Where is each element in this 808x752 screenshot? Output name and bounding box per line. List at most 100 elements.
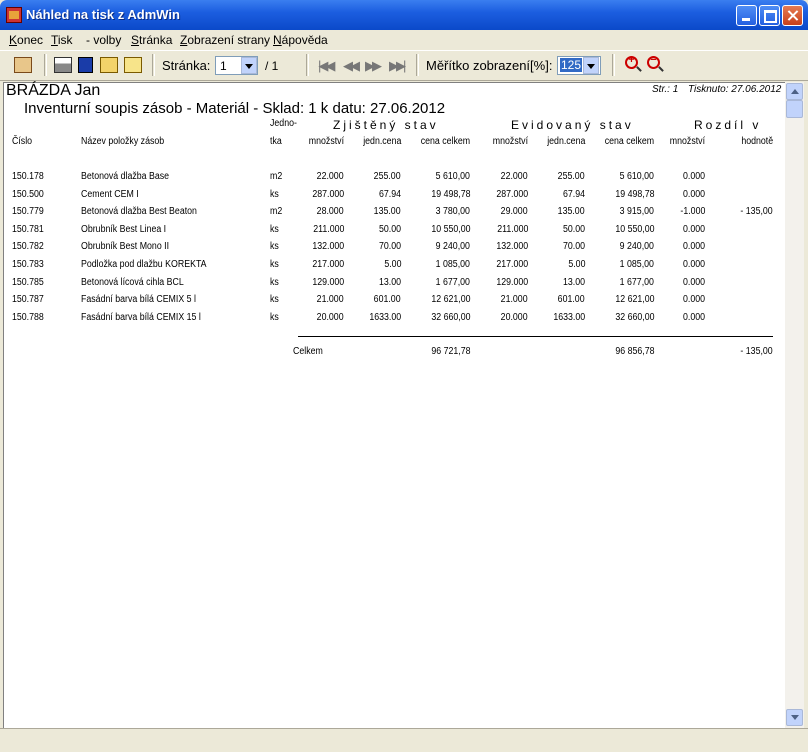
cell-f-jc: 601.00 <box>374 294 401 305</box>
next-page-icon[interactable]: ▶▶ <box>365 58 382 74</box>
menu-tisk[interactable]: Tisk <box>51 33 73 47</box>
cell-cislo: 150.782 <box>12 241 44 252</box>
cell-f-cc: 10 550,00 <box>430 224 470 235</box>
column-header-unit-line2: tka <box>270 136 282 147</box>
zoom-select-value: 125 <box>560 58 583 72</box>
cell-f-cc: 32 660,00 <box>430 312 470 323</box>
last-page-icon[interactable]: ▶▶| <box>389 58 406 74</box>
cell-e-cc: 12 621,00 <box>614 294 654 305</box>
zoom-out-icon[interactable]: − <box>647 54 660 69</box>
cell-f-cc: 9 240,00 <box>435 241 470 252</box>
page-dropdown-arrow-icon[interactable] <box>241 57 257 74</box>
cell-jedn: ks <box>270 241 279 252</box>
cell-cislo: 150.779 <box>12 206 44 217</box>
cell-d-mn: 0.000 <box>682 277 705 288</box>
cell-d-mn: 0.000 <box>682 259 705 270</box>
cell-nazev: Podložka pod dlažbu KOREKTA <box>81 259 207 270</box>
vertical-scrollbar[interactable] <box>785 82 804 728</box>
cell-f-mn: 287.000 <box>312 189 344 200</box>
page-select-value: 1 <box>220 59 227 73</box>
cell-d-mn: -1.000 <box>680 206 705 217</box>
zoom-in-icon[interactable]: + <box>625 54 638 69</box>
cell-nazev: Fasádní barva bílá CEMIX 15 l <box>81 312 201 323</box>
menu-konec[interactable]: Konec <box>9 33 43 47</box>
cell-f-cc: 3 780,00 <box>435 206 470 217</box>
cell-nazev: Cement CEM I <box>81 189 139 200</box>
cell-e-jc: 70.00 <box>562 241 585 252</box>
cell-e-mn: 211.000 <box>496 224 528 235</box>
menu-zobrazeni-strany[interactable]: Zobrazení strany <box>180 33 270 47</box>
cell-d-mn: 0.000 <box>682 224 705 235</box>
cell-d-mn: 0.000 <box>682 294 705 305</box>
cell-e-cc: 3 915,00 <box>619 206 654 217</box>
cell-e-cc: 1 085,00 <box>619 259 654 270</box>
cell-e-mn: 287.000 <box>496 189 528 200</box>
first-page-icon[interactable]: |◀◀ <box>318 58 335 74</box>
mail-icon[interactable] <box>124 57 142 73</box>
cell-e-cc: 5 610,00 <box>619 171 654 182</box>
scroll-up-icon[interactable] <box>786 83 803 100</box>
close-button[interactable] <box>782 5 803 26</box>
open-folder-icon[interactable] <box>100 57 118 73</box>
cell-e-mn: 21.000 <box>501 294 528 305</box>
cell-d-mn: 0.000 <box>682 189 705 200</box>
cell-f-mn: 132.000 <box>312 241 344 252</box>
cell-e-jc: 135.00 <box>558 206 585 217</box>
minimize-button[interactable] <box>736 5 757 26</box>
cell-e-cc: 19 498,78 <box>614 189 654 200</box>
cell-f-cc: 5 610,00 <box>435 171 470 182</box>
previous-page-icon[interactable]: ◀◀ <box>343 58 360 74</box>
cell-f-jc: 5.00 <box>383 259 401 270</box>
cell-f-mn: 28.000 <box>317 206 344 217</box>
page-label: Stránka: <box>162 58 211 73</box>
toolbar-separator <box>612 54 615 76</box>
column-header-nazev: Název položky zásob <box>81 136 165 147</box>
column-header-e-mn: množství <box>492 136 528 147</box>
cell-f-cc: 1 677,00 <box>435 277 470 288</box>
cell-e-jc: 255.00 <box>558 171 585 182</box>
menu-napoveda[interactable]: Nápověda <box>273 33 328 47</box>
window-title: Náhled na tisk z AdmWin <box>26 7 180 22</box>
column-header-unit-line1: Jedno- <box>270 118 297 129</box>
cell-f-mn: 20.000 <box>317 312 344 323</box>
cell-f-jc: 255.00 <box>374 171 401 182</box>
scroll-thumb[interactable] <box>786 100 803 118</box>
cell-f-jc: 67.94 <box>378 189 401 200</box>
cell-e-jc: 13.00 <box>562 277 585 288</box>
column-header-d-hod: hodnotě <box>741 136 773 147</box>
cell-nazev: Betonová lícová cihla BCL <box>81 277 184 288</box>
exit-icon[interactable] <box>14 57 32 73</box>
menu-volby[interactable]: - volby <box>86 33 121 47</box>
cell-e-cc: 1 677,00 <box>619 277 654 288</box>
total-label: Celkem <box>293 346 323 357</box>
maximize-button[interactable] <box>759 5 780 26</box>
toolbar-separator <box>416 54 419 76</box>
app-icon <box>6 7 22 23</box>
cell-d-mn: 0.000 <box>682 241 705 252</box>
column-header-d-mn: množství <box>669 136 705 147</box>
menu-stranka[interactable]: Stránka <box>131 33 172 47</box>
cell-f-jc: 13.00 <box>378 277 401 288</box>
cell-jedn: ks <box>270 277 279 288</box>
printer-icon[interactable] <box>54 57 72 73</box>
save-icon[interactable] <box>78 57 93 73</box>
cell-e-mn: 22.000 <box>501 171 528 182</box>
cell-e-cc: 9 240,00 <box>619 241 654 252</box>
cell-f-mn: 22.000 <box>317 171 344 182</box>
scroll-down-icon[interactable] <box>786 709 803 726</box>
cell-f-cc: 12 621,00 <box>430 294 470 305</box>
zoom-dropdown-arrow-icon[interactable] <box>583 57 599 74</box>
cell-cislo: 150.785 <box>12 277 44 288</box>
cell-cislo: 150.783 <box>12 259 44 270</box>
cell-e-jc: 1633.00 <box>553 312 585 323</box>
report-title: Inventurní soupis zásob - Materiál - Skl… <box>24 100 446 117</box>
column-header-f-cc: cena celkem <box>420 136 470 147</box>
cell-d-hod: - 135,00 <box>740 206 773 217</box>
cell-jedn: ks <box>270 294 279 305</box>
cell-jedn: ks <box>270 312 279 323</box>
cell-f-jc: 135.00 <box>374 206 401 217</box>
cell-nazev: Betonová dlažba Best Beaton <box>81 206 197 217</box>
zoom-label: Měřítko zobrazení[%]: <box>426 58 553 73</box>
company-name: BRÁZDA Jan <box>6 82 101 99</box>
cell-e-cc: 10 550,00 <box>614 224 654 235</box>
